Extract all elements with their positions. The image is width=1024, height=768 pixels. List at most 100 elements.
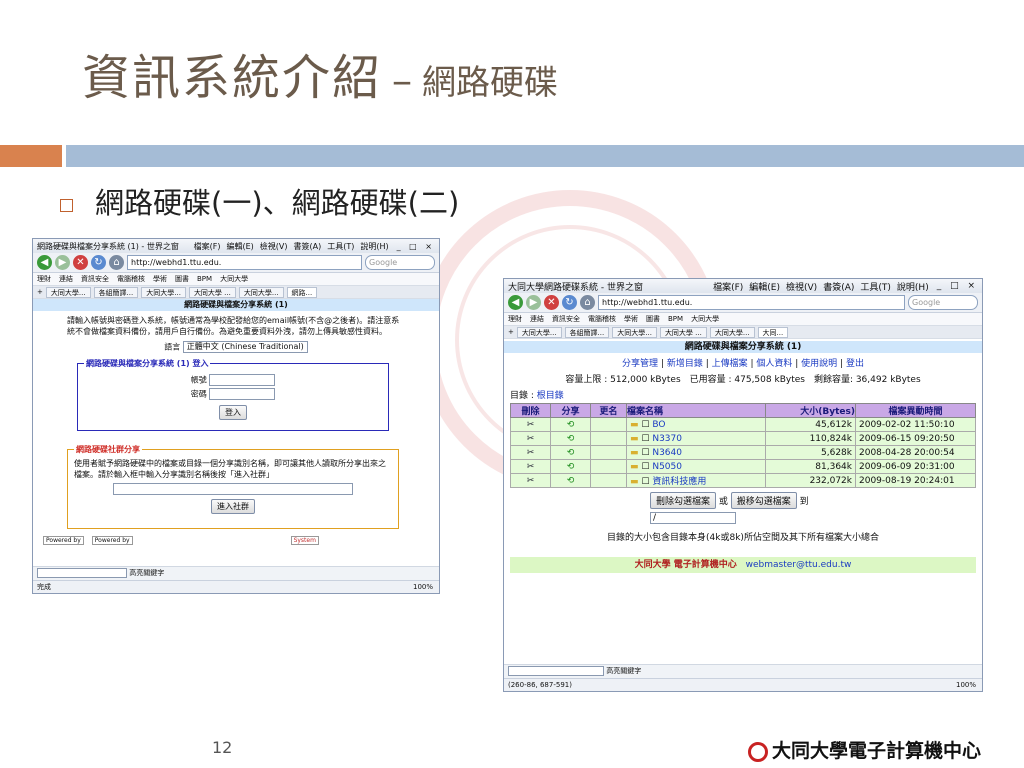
bookmark-item[interactable]: BPM <box>197 275 212 283</box>
delete-icon[interactable]: ✂ <box>510 473 551 488</box>
bookmark-item[interactable]: 電腦稽核 <box>117 274 145 284</box>
menu-view[interactable]: 檢視(V) <box>260 241 288 252</box>
link-new-folder[interactable]: 新增目錄 <box>667 359 703 369</box>
delete-icon[interactable]: ✂ <box>510 417 551 432</box>
link-logout[interactable]: 登出 <box>846 359 864 369</box>
bookmark-item[interactable]: 大同大學 <box>220 274 248 284</box>
refresh-icon[interactable]: ↻ <box>91 255 106 270</box>
find-input[interactable] <box>508 666 604 676</box>
url-input[interactable]: http://webhd1.ttu.edu. <box>598 295 905 310</box>
browser-tab-active[interactable]: 大同... <box>757 326 789 338</box>
new-tab-icon[interactable]: + <box>37 288 43 296</box>
highlight-keyword-label[interactable]: 高亮關鍵字 <box>129 569 164 577</box>
bookmark-item[interactable]: 大同大學 <box>691 314 719 324</box>
row-checkbox[interactable]: ☐ <box>641 420 649 430</box>
bookmark-item[interactable]: 資訊安全 <box>81 274 109 284</box>
folder-link[interactable]: N3640 <box>652 448 682 458</box>
share-icon[interactable]: ⟲ <box>550 445 591 460</box>
bookmark-item[interactable]: 電腦稽核 <box>588 314 616 324</box>
delete-icon[interactable]: ✂ <box>510 431 551 446</box>
browser-tab-active[interactable]: 網路... <box>286 286 318 298</box>
menu-file[interactable]: 檔案(F) <box>713 280 743 293</box>
bookmark-item[interactable]: 圖書 <box>646 314 660 324</box>
account-input[interactable] <box>209 374 276 386</box>
col-size[interactable]: 大小(Bytes) <box>765 403 856 418</box>
home-icon[interactable]: ⌂ <box>580 295 595 310</box>
share-icon[interactable]: ⟲ <box>550 459 591 474</box>
delete-icon[interactable]: ✂ <box>510 459 551 474</box>
menu-bookmarks[interactable]: 書簽(A) <box>294 241 322 252</box>
bookmark-item[interactable]: 連結 <box>59 274 73 284</box>
bookmark-item[interactable]: 理財 <box>508 314 522 324</box>
highlight-keyword-label[interactable]: 高亮關鍵字 <box>606 667 641 675</box>
move-selected-button[interactable]: 搬移勾選檔案 <box>730 492 797 509</box>
share-icon[interactable]: ⟲ <box>550 473 591 488</box>
bookmark-item[interactable]: 學術 <box>624 314 638 324</box>
folder-link[interactable]: N3370 <box>652 434 682 444</box>
stop-icon[interactable]: ✕ <box>73 255 88 270</box>
row-checkbox[interactable]: ☐ <box>641 434 649 444</box>
rename-cell[interactable] <box>590 473 627 488</box>
browser-tab[interactable]: 大同大學 ... <box>188 286 236 298</box>
folder-link[interactable]: BO <box>652 420 665 430</box>
bookmark-item[interactable]: 連結 <box>530 314 544 324</box>
share-id-input[interactable] <box>113 483 353 495</box>
move-target-select[interactable]: / <box>650 512 736 524</box>
browser-tab[interactable]: 大同大學... <box>516 326 562 338</box>
link-profile[interactable]: 個人資料 <box>756 359 792 369</box>
delete-selected-button[interactable]: 刪除勾選檔案 <box>650 492 717 509</box>
rename-cell[interactable] <box>590 417 627 432</box>
menu-help[interactable]: 說明(H) <box>360 241 388 252</box>
home-icon[interactable]: ⌂ <box>109 255 124 270</box>
login-button[interactable]: 登入 <box>219 405 247 420</box>
link-upload[interactable]: 上傳檔案 <box>712 359 748 369</box>
folder-link[interactable]: 資訊科技應用 <box>652 477 706 487</box>
root-dir-link[interactable]: 根目錄 <box>537 391 564 401</box>
menu-edit[interactable]: 編輯(E) <box>227 241 254 252</box>
bookmark-item[interactable]: 學術 <box>153 274 167 284</box>
browser-tab[interactable]: 大同大學... <box>45 286 91 298</box>
zoom-level[interactable]: 100% <box>956 679 976 691</box>
link-help[interactable]: 使用說明 <box>801 359 837 369</box>
bookmark-item[interactable]: 理財 <box>37 274 51 284</box>
rename-cell[interactable] <box>590 431 627 446</box>
password-input[interactable] <box>209 388 276 400</box>
browser-tab[interactable]: 各組簡譯... <box>93 286 139 298</box>
window-controls[interactable]: _ □ × <box>937 281 978 291</box>
browser-tab[interactable]: 大同大學... <box>238 286 284 298</box>
menu-help[interactable]: 說明(H) <box>897 280 929 293</box>
refresh-icon[interactable]: ↻ <box>562 295 577 310</box>
new-tab-icon[interactable]: + <box>508 328 514 336</box>
link-share-manage[interactable]: 分享管理 <box>622 359 658 369</box>
row-checkbox[interactable]: ☐ <box>641 448 649 458</box>
rename-cell[interactable] <box>590 459 627 474</box>
search-input[interactable]: Google <box>365 255 435 270</box>
enter-community-button[interactable]: 進入社群 <box>211 499 255 514</box>
menu-tools[interactable]: 工具(T) <box>860 280 891 293</box>
menu-edit[interactable]: 編輯(E) <box>749 280 780 293</box>
col-modified[interactable]: 檔案異動時間 <box>855 403 976 418</box>
row-checkbox[interactable]: ☐ <box>641 462 649 472</box>
col-filename[interactable]: 檔案名稱 <box>626 403 766 418</box>
folder-link[interactable]: N5050 <box>652 462 682 472</box>
browser-tab[interactable]: 大同大學... <box>612 326 657 338</box>
browser-tab[interactable]: 大同大學... <box>709 326 755 338</box>
share-icon[interactable]: ⟲ <box>550 431 591 446</box>
bookmark-item[interactable]: 圖書 <box>175 274 189 284</box>
search-input[interactable]: Google <box>908 295 978 310</box>
menu-tools[interactable]: 工具(T) <box>327 241 354 252</box>
delete-icon[interactable]: ✂ <box>510 445 551 460</box>
menu-file[interactable]: 檔案(F) <box>194 241 221 252</box>
back-icon[interactable]: ◀ <box>508 295 523 310</box>
browser-tab[interactable]: 大同大學 ... <box>659 326 707 338</box>
row-checkbox[interactable]: ☐ <box>641 477 649 487</box>
browser-tab[interactable]: 大同大學... <box>141 286 186 298</box>
forward-icon[interactable]: ▶ <box>55 255 70 270</box>
menu-view[interactable]: 檢視(V) <box>786 280 817 293</box>
back-icon[interactable]: ◀ <box>37 255 52 270</box>
menu-bookmarks[interactable]: 書簽(A) <box>823 280 854 293</box>
bookmark-item[interactable]: BPM <box>668 315 683 323</box>
forward-icon[interactable]: ▶ <box>526 295 541 310</box>
rename-cell[interactable] <box>590 445 627 460</box>
stop-icon[interactable]: ✕ <box>544 295 559 310</box>
